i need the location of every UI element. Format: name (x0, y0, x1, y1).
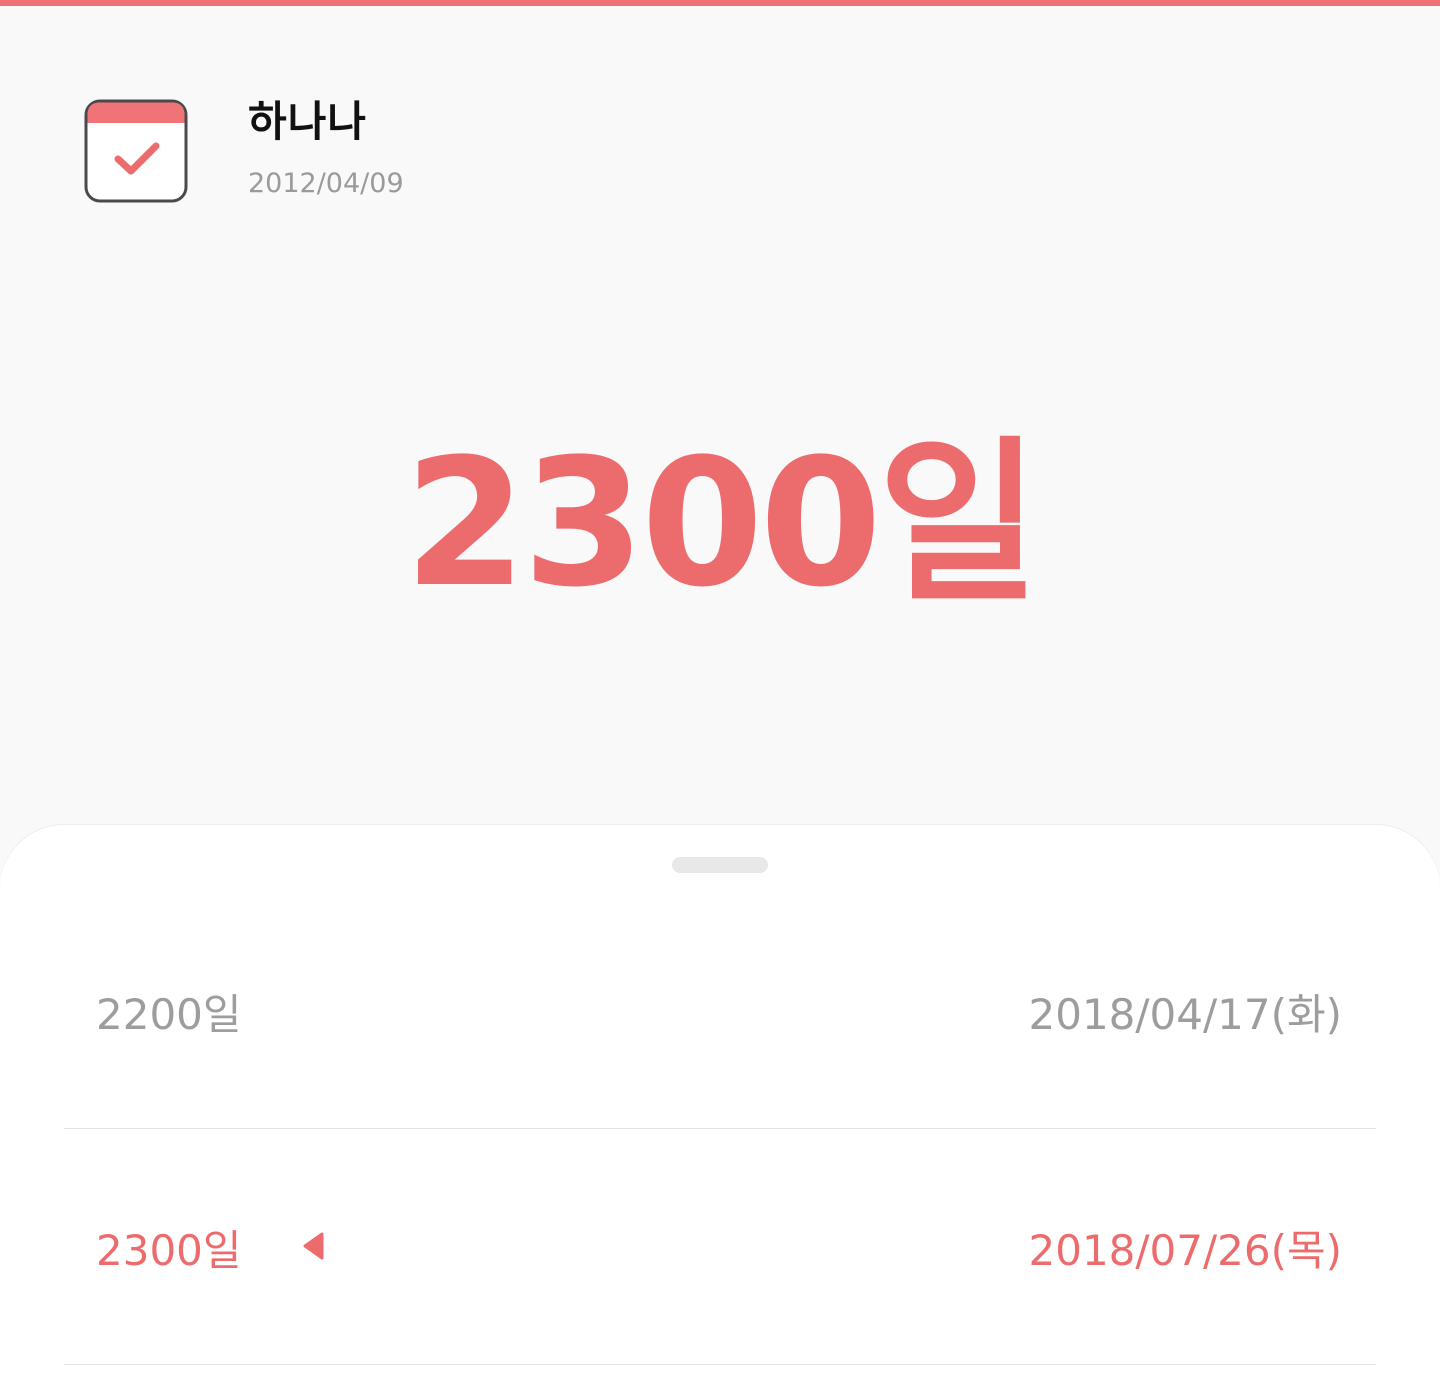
milestone-row-current[interactable]: 2300일 2018/07/26(목) (64, 1129, 1376, 1365)
drag-handle[interactable] (672, 857, 768, 873)
triangle-left-icon (303, 1232, 324, 1260)
event-title: 하나나 (248, 97, 367, 146)
milestone-days: 2200일 (96, 990, 242, 1039)
milestone-date: 2018/04/17(화) (1028, 990, 1343, 1039)
day-count: 2300일 (404, 421, 1040, 626)
event-start-date: 2012/04/09 (248, 168, 404, 199)
milestone-row[interactable]: 2200일 2018/04/17(화) (64, 893, 1376, 1129)
row-divider (64, 1364, 1376, 1365)
milestone-days: 2300일 (96, 1226, 242, 1275)
event-header: 하나나 2012/04/09 (0, 6, 1440, 246)
milestone-sheet[interactable]: 2200일 2018/04/17(화) 2300일 2018/07/26(목) (0, 825, 1440, 1385)
calendar-check-icon (84, 99, 188, 203)
milestone-date: 2018/07/26(목) (1028, 1226, 1343, 1275)
